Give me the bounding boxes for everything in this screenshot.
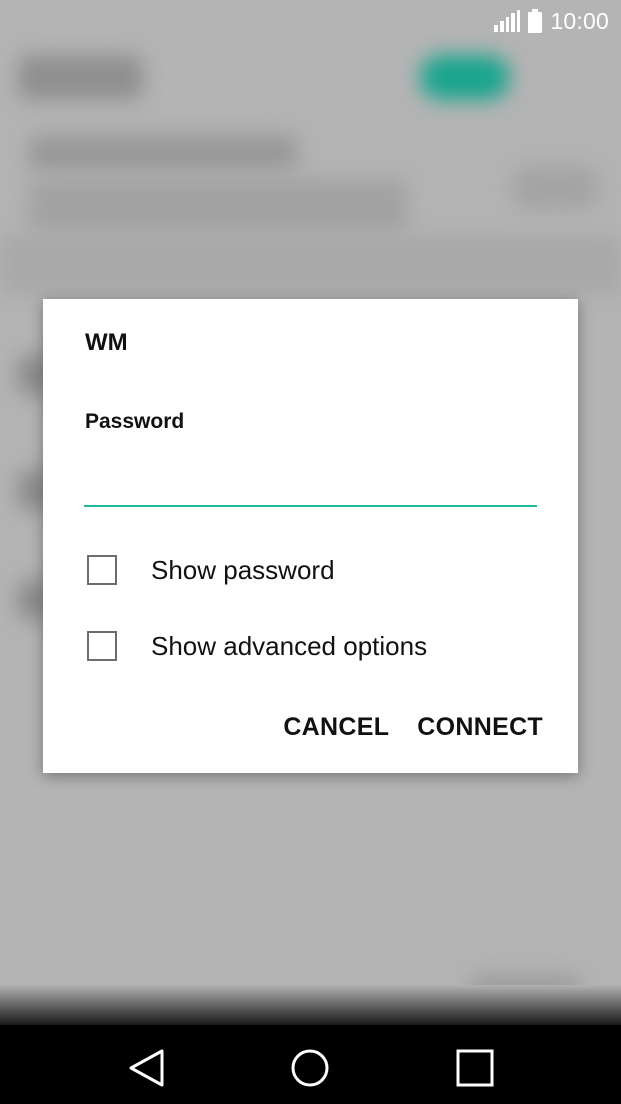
nav-shadow xyxy=(0,985,621,1025)
blurred-wifi-toggle xyxy=(420,55,510,100)
navigation-bar xyxy=(0,1025,621,1104)
status-bar: 10:00 xyxy=(0,0,621,42)
recents-icon[interactable] xyxy=(455,1048,495,1088)
blurred-header-title xyxy=(18,55,143,100)
show-password-label: Show password xyxy=(151,554,335,585)
password-label: Password xyxy=(85,410,185,433)
status-time: 10:00 xyxy=(550,7,609,34)
dialog-title: WM xyxy=(85,329,128,356)
battery-icon xyxy=(528,9,543,33)
show-password-option[interactable]: Show password xyxy=(87,550,547,590)
wifi-password-dialog: WM Password Show password Show advanced … xyxy=(43,299,578,773)
cancel-button[interactable]: CANCEL xyxy=(283,713,389,742)
blurred-text xyxy=(28,178,408,233)
signal-icon xyxy=(494,10,521,32)
back-icon[interactable] xyxy=(127,1048,167,1088)
home-icon[interactable] xyxy=(290,1048,330,1088)
show-advanced-options-option[interactable]: Show advanced options xyxy=(87,626,547,666)
blurred-section xyxy=(0,235,621,295)
show-advanced-options-label: Show advanced options xyxy=(151,630,428,661)
blurred-button xyxy=(510,165,600,210)
show-advanced-options-checkbox[interactable] xyxy=(87,631,117,661)
dialog-actions: CANCEL CONNECT xyxy=(283,713,543,742)
connect-button[interactable]: CONNECT xyxy=(417,713,543,742)
blurred-text xyxy=(28,135,298,170)
show-password-checkbox[interactable] xyxy=(87,555,117,585)
password-input[interactable] xyxy=(84,449,537,507)
